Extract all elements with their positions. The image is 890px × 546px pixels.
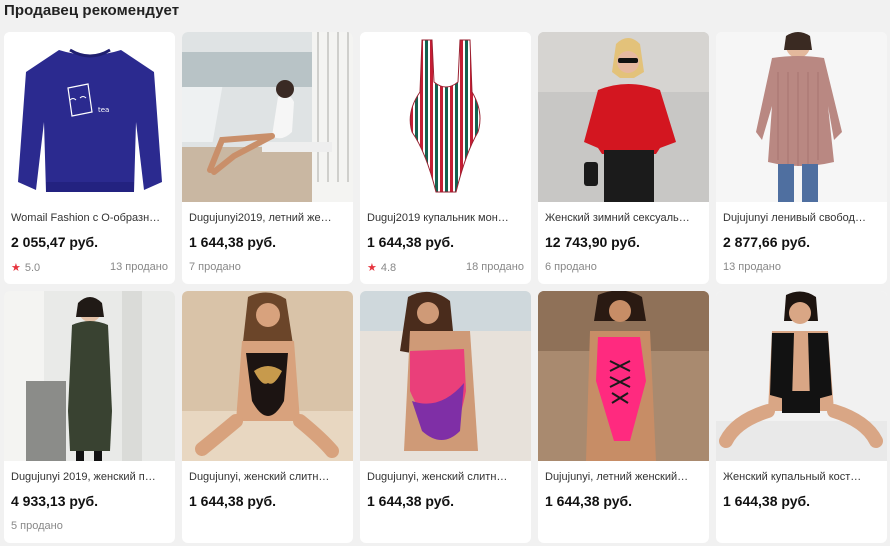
product-card[interactable]: Dugujunyi, женский слитн… 1 644,38 руб.: [360, 291, 531, 543]
product-card[interactable]: Dujujunyi, летний женский… 1 644,38 руб.: [538, 291, 709, 543]
product-price: 1 644,38 руб.: [189, 234, 277, 250]
product-name[interactable]: Womail Fashion с О-образн…: [11, 212, 169, 224]
product-name[interactable]: Duguj2019 купальник мон…: [367, 212, 525, 224]
product-price: 1 644,38 руб.: [545, 493, 633, 509]
star-icon: ★: [367, 262, 377, 274]
product-image[interactable]: [182, 291, 353, 461]
product-image[interactable]: [716, 32, 887, 202]
product-card[interactable]: Dugujunyi2019, летний же… 1 644,38 руб. …: [182, 32, 353, 284]
sold-count: 6 продано: [545, 261, 597, 273]
product-image[interactable]: [360, 291, 531, 461]
product-price: 4 933,13 руб.: [11, 493, 99, 509]
rating-value: 5.0: [24, 261, 41, 274]
product-card[interactable]: Женский купальный кост… 1 644,38 руб.: [716, 291, 887, 543]
product-rating: ★ 5.0: [11, 261, 41, 275]
product-card[interactable]: Dugujunyi, женский слитн… 1 644,38 руб.: [182, 291, 353, 543]
product-grid: tea Womail Fashion с О-образн… 2 055,47 …: [4, 32, 890, 543]
svg-text:tea: tea: [98, 106, 109, 114]
product-name[interactable]: Женский зимний сексуаль…: [545, 212, 703, 224]
product-price: 1 644,38 руб.: [723, 493, 811, 509]
product-price: 2 055,47 руб.: [11, 234, 99, 250]
product-card[interactable]: Duguj2019 купальник мон… 1 644,38 руб. ★…: [360, 32, 531, 284]
sold-count: 13 продано: [723, 261, 781, 273]
product-card[interactable]: tea Womail Fashion с О-образн… 2 055,47 …: [4, 32, 175, 284]
product-price: 1 644,38 руб.: [367, 234, 455, 250]
product-image[interactable]: [538, 32, 709, 202]
product-name[interactable]: Dugujunyi2019, летний же…: [189, 212, 347, 224]
product-name[interactable]: Dugujunyi 2019, женский п…: [11, 471, 169, 483]
rating-value: 4.8: [380, 261, 397, 274]
star-icon: ★: [11, 262, 21, 274]
product-image[interactable]: [538, 291, 709, 461]
sold-count: 7 продано: [189, 261, 241, 273]
product-price: 2 877,66 руб.: [723, 234, 811, 250]
product-name[interactable]: Женский купальный кост…: [723, 471, 881, 483]
product-card[interactable]: Dujujunyi ленивый свобод… 2 877,66 руб. …: [716, 32, 887, 284]
product-image[interactable]: [360, 32, 531, 202]
product-name[interactable]: Dugujunyi, женский слитн…: [189, 471, 347, 483]
sold-count: 18 продано: [466, 261, 524, 273]
product-price: 1 644,38 руб.: [367, 493, 455, 509]
product-card[interactable]: Женский зимний сексуаль… 12 743,90 руб. …: [538, 32, 709, 284]
sold-count: 13 продано: [110, 261, 168, 273]
product-name[interactable]: Dujujunyi ленивый свобод…: [723, 212, 881, 224]
sold-count: 5 продано: [11, 520, 63, 532]
product-image[interactable]: [716, 291, 887, 461]
product-image[interactable]: tea: [4, 32, 175, 202]
product-price: 12 743,90 руб.: [545, 234, 640, 250]
product-image[interactable]: [4, 291, 175, 461]
section-title: Продавец рекомендует: [4, 2, 180, 19]
product-image[interactable]: [182, 32, 353, 202]
product-name[interactable]: Dujujunyi, летний женский…: [545, 471, 703, 483]
product-rating: ★ 4.8: [367, 261, 397, 275]
product-card[interactable]: Dugujunyi 2019, женский п… 4 933,13 руб.…: [4, 291, 175, 543]
product-price: 1 644,38 руб.: [189, 493, 277, 509]
product-name[interactable]: Dugujunyi, женский слитн…: [367, 471, 525, 483]
